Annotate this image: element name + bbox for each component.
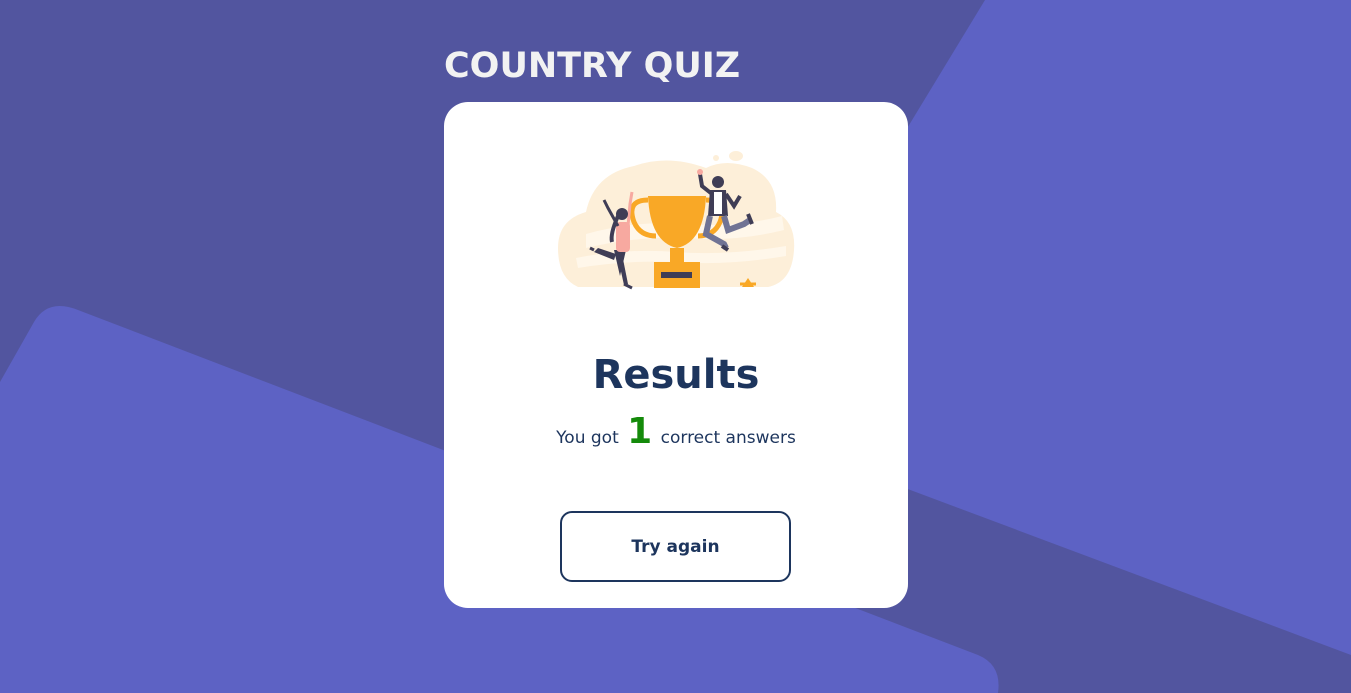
winners-trophy-illustration-icon [558, 151, 795, 290]
score-suffix: correct answers [660, 428, 796, 448]
correct-answer-count: 1 [627, 411, 653, 452]
results-heading: Results [592, 352, 760, 398]
results-card: Results You got 1 correct answers Try ag… [444, 102, 908, 608]
app-title: COUNTRY QUIZ [444, 46, 741, 86]
try-again-button[interactable]: Try again [560, 511, 791, 582]
score-summary: You got 1 correct answers [444, 404, 908, 466]
score-prefix: You got [556, 428, 619, 448]
